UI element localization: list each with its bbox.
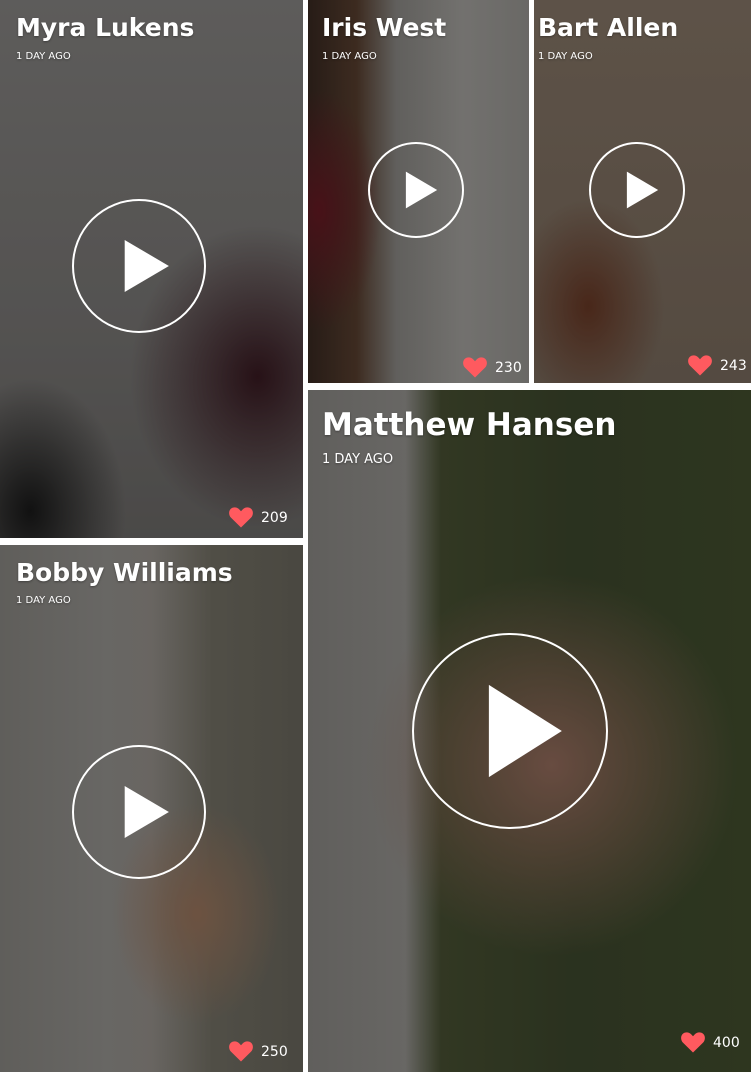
play-icon	[488, 684, 562, 778]
play-button[interactable]	[412, 633, 608, 829]
play-icon	[124, 240, 169, 292]
video-card-matthew-hansen[interactable]: Matthew Hansen 1 DAY AGO 400	[308, 390, 751, 1072]
card-timestamp: 1 DAY AGO	[16, 51, 71, 62]
card-timestamp: 1 DAY AGO	[322, 51, 377, 62]
play-button[interactable]	[368, 142, 464, 238]
card-timestamp: 1 DAY AGO	[322, 452, 394, 467]
play-icon	[124, 786, 169, 838]
heart-icon	[229, 507, 253, 528]
card-author-name: Bart Allen	[538, 13, 679, 42]
card-author-name: Myra Lukens	[16, 13, 195, 42]
like-count: 243	[720, 357, 747, 374]
play-icon	[405, 171, 438, 209]
like-counter[interactable]: 400	[681, 1032, 740, 1053]
like-count: 230	[495, 359, 522, 376]
video-card-bart-allen[interactable]: Bart Allen 1 DAY AGO 243	[534, 0, 751, 383]
heart-icon	[688, 355, 712, 376]
card-author-name: Iris West	[322, 13, 447, 42]
like-count: 209	[261, 509, 288, 526]
like-count: 400	[713, 1034, 740, 1051]
like-counter[interactable]: 209	[229, 507, 288, 528]
heart-icon	[463, 357, 487, 378]
heart-icon	[229, 1041, 253, 1062]
card-author-name: Bobby Williams	[16, 558, 233, 587]
video-card-myra-lukens[interactable]: Myra Lukens 1 DAY AGO 209	[0, 0, 303, 538]
video-card-bobby-williams[interactable]: Bobby Williams 1 DAY AGO 250	[0, 545, 303, 1072]
like-count: 250	[261, 1043, 288, 1060]
video-card-iris-west[interactable]: Iris West 1 DAY AGO 230	[308, 0, 529, 383]
heart-icon	[681, 1032, 705, 1053]
play-button[interactable]	[72, 199, 206, 333]
card-author-name: Matthew Hansen	[322, 407, 617, 443]
play-icon	[626, 171, 659, 209]
card-timestamp: 1 DAY AGO	[538, 51, 593, 62]
like-counter[interactable]: 243	[688, 355, 747, 376]
card-timestamp: 1 DAY AGO	[16, 595, 71, 606]
play-button[interactable]	[589, 142, 685, 238]
like-counter[interactable]: 230	[463, 357, 522, 378]
like-counter[interactable]: 250	[229, 1041, 288, 1062]
play-button[interactable]	[72, 745, 206, 879]
